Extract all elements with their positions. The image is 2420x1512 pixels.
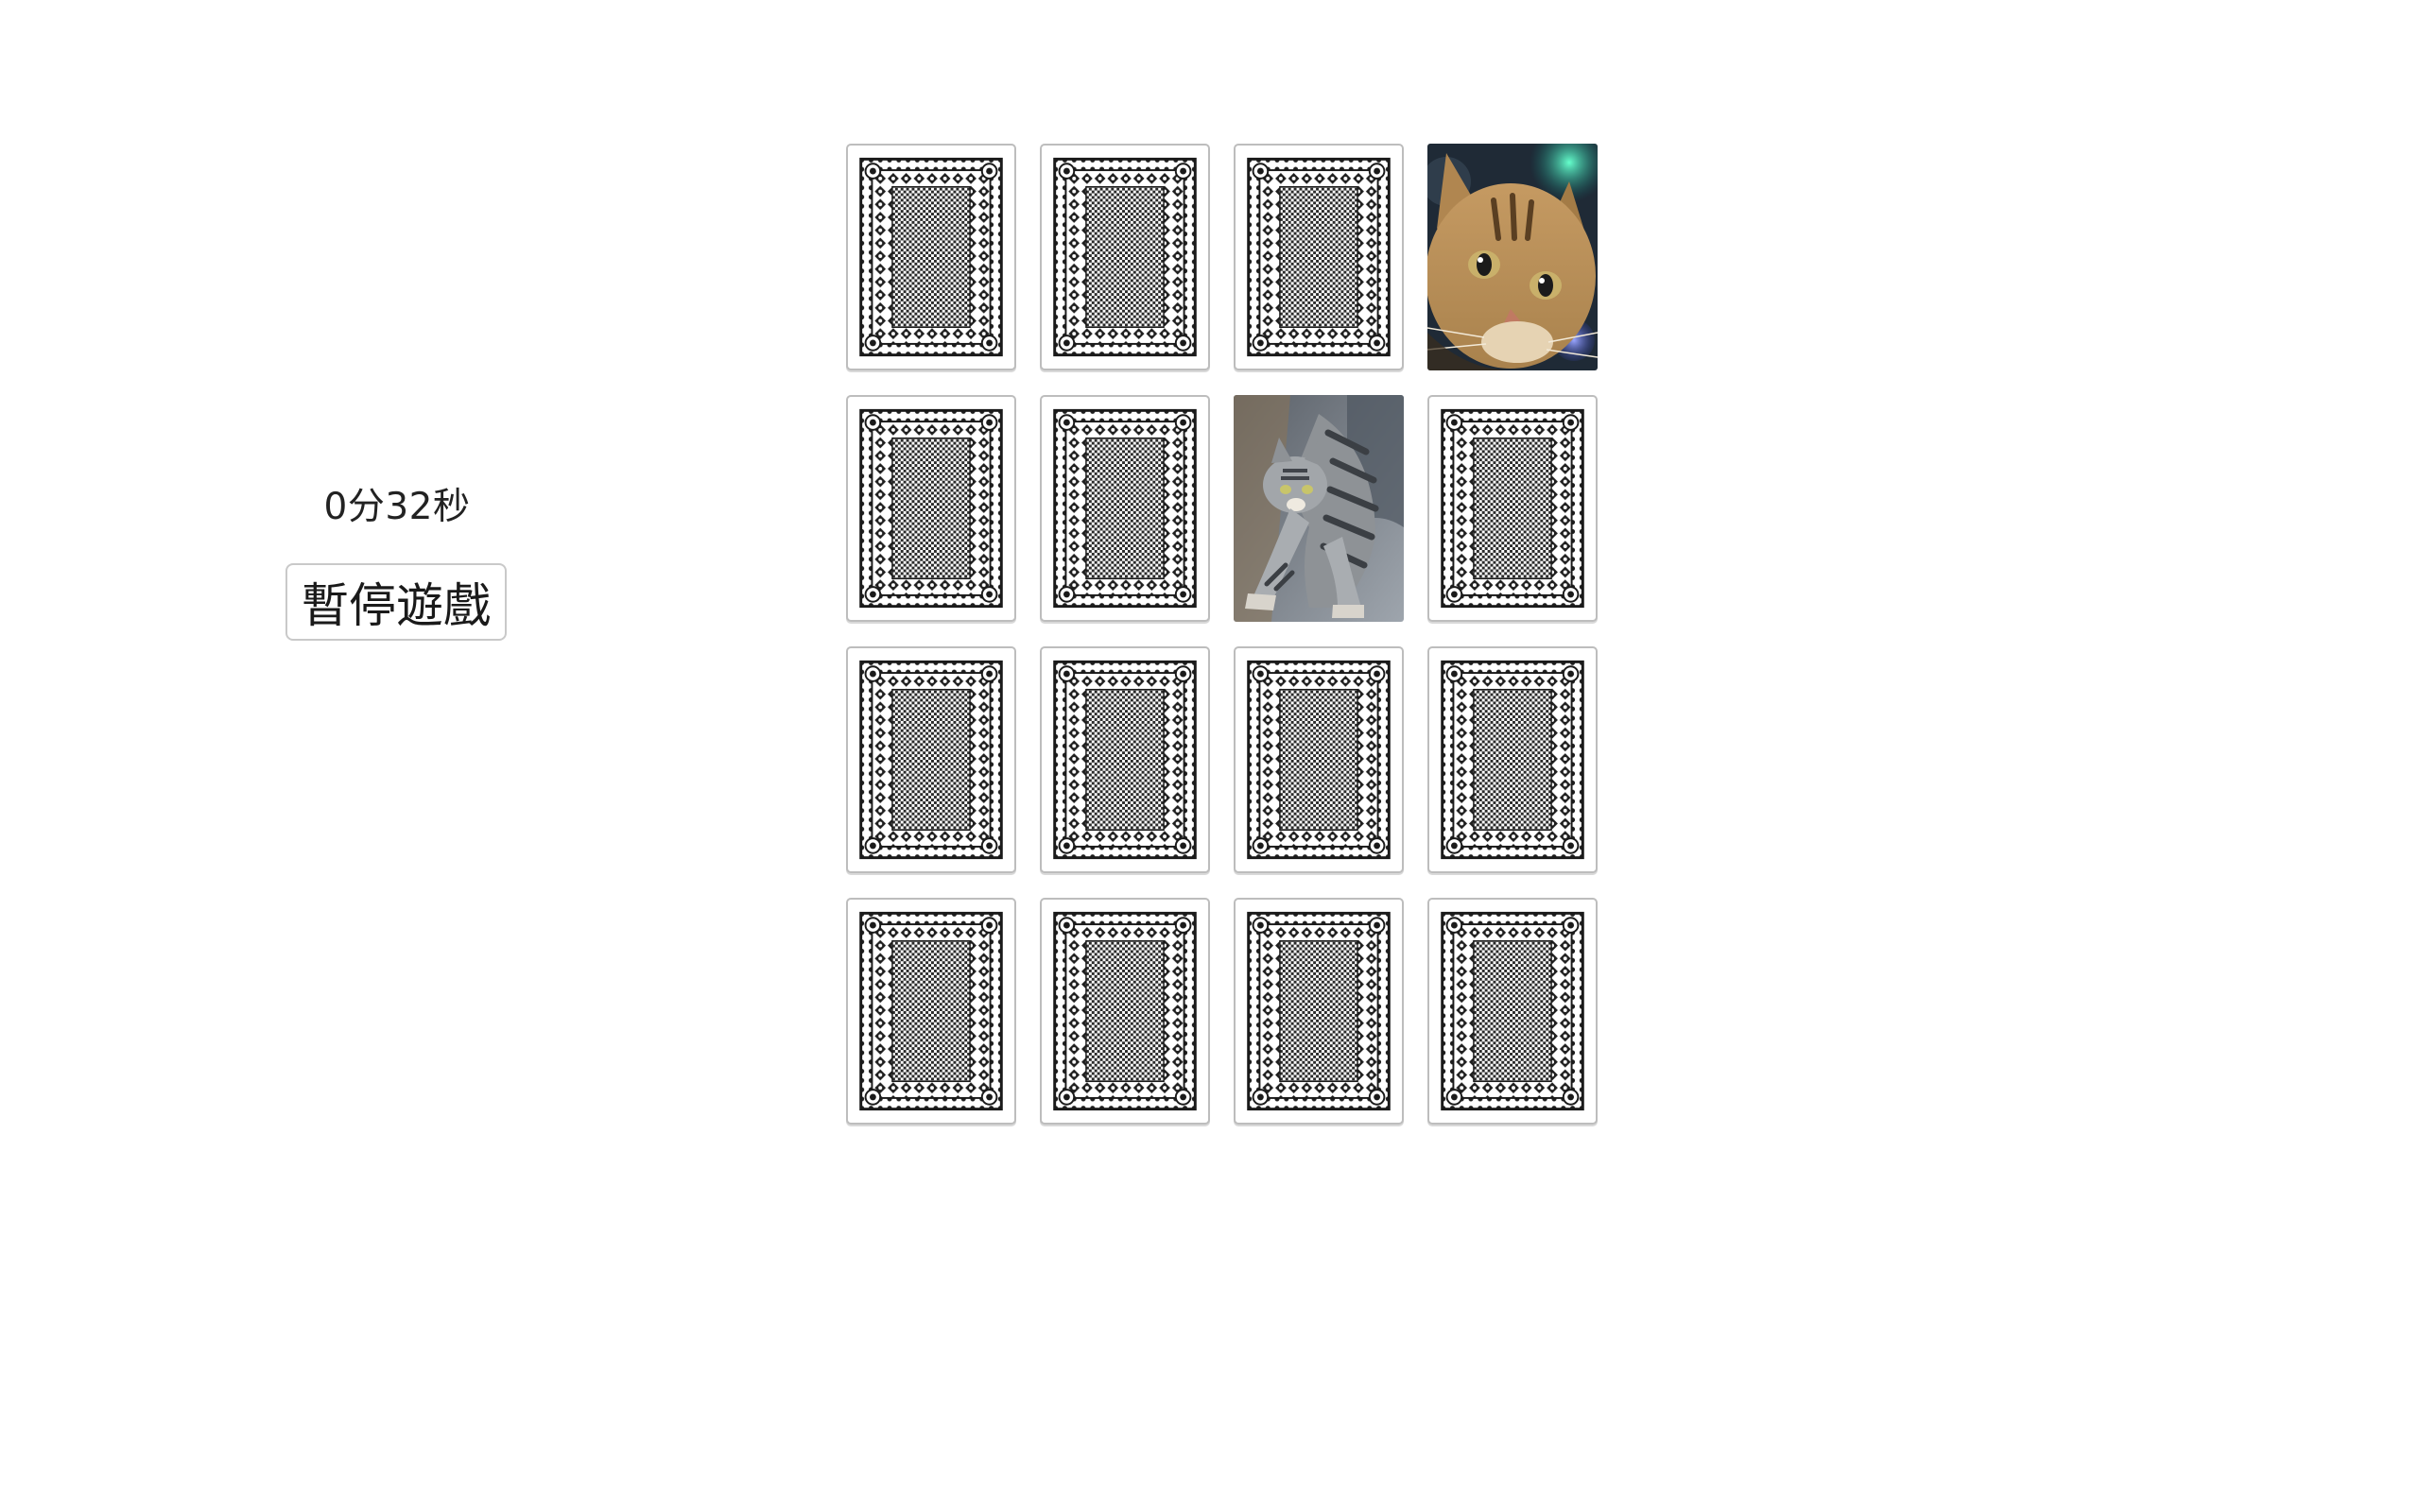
card-board xyxy=(846,144,1598,1125)
card-back[interactable] xyxy=(846,144,1016,370)
card-back[interactable] xyxy=(1234,646,1404,873)
card-back[interactable] xyxy=(846,898,1016,1125)
card-face-cat-portrait[interactable] xyxy=(1427,144,1598,370)
card-back[interactable] xyxy=(1427,898,1598,1125)
card-back[interactable] xyxy=(846,646,1016,873)
card-back[interactable] xyxy=(1427,395,1598,622)
card-back[interactable] xyxy=(1427,646,1598,873)
card-back[interactable] xyxy=(1040,395,1210,622)
pause-game-button[interactable]: 暫停遊戲 xyxy=(285,563,507,641)
card-back[interactable] xyxy=(1040,144,1210,370)
card-back[interactable] xyxy=(1234,144,1404,370)
card-back[interactable] xyxy=(846,395,1016,622)
card-back[interactable] xyxy=(1234,898,1404,1125)
elapsed-timer: 0分32秒 xyxy=(323,486,471,528)
card-face-cat-stretching[interactable] xyxy=(1234,395,1404,622)
card-back[interactable] xyxy=(1040,898,1210,1125)
game-screen: 0分32秒 暫停遊戲 xyxy=(0,0,2420,1512)
card-back[interactable] xyxy=(1040,646,1210,873)
